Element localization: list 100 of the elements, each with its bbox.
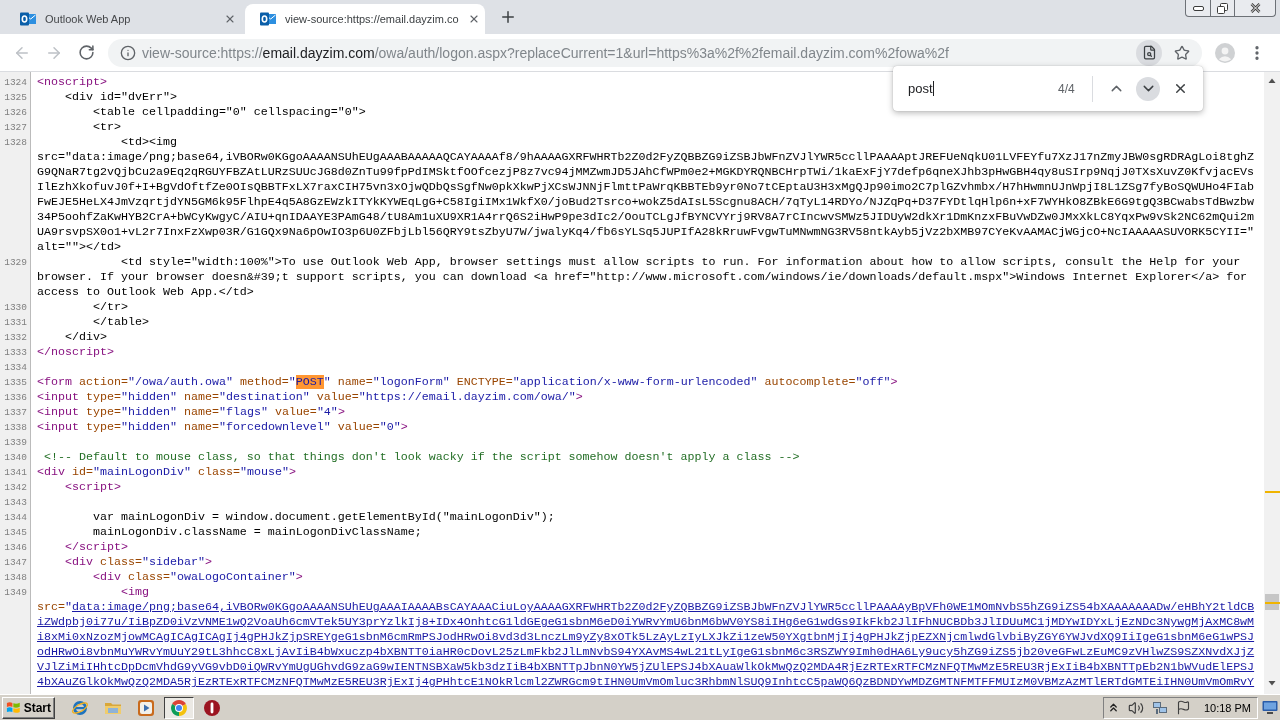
attribute-name: id= <box>72 465 93 479</box>
attribute-value: "off" <box>855 375 891 389</box>
resource-link[interactable]: 4bXAuZGlkOkMwQzQ2MDA5RjEzRTExRTFCMzNFQTMwMzE5REU3RjExIj4gPHhtcE1NOkRlcml2ZWRGcm9tIHN0UmVmOmluc3RhbmNlSUQ9InhtcC5paWQ6QzBDNDYwMDZGMTNFMTFFMUIzM0VBMzAzMTlERTdGMTEiIHN0UmVmOmRvY <box>37 675 1255 689</box>
attribute-value: "hidden" <box>120 390 177 404</box>
close-icon <box>1249 3 1261 13</box>
flag-icon[interactable] <box>1175 700 1191 715</box>
attribute-value: "hidden" <box>120 405 177 419</box>
html-tag: </script> <box>65 540 128 554</box>
line-number: 1346 <box>3 541 28 555</box>
resource-link[interactable]: data:image/png;base64,iVBORw0KGgoAAAANSUhEUgAAAIAAAABsCAYAAACiuLoyAAAAGXRFWHRTb2Z0d2FyZQBBZG9iZSBJbWFnZVJlYWR5ccllPAAAAyBpVFh0WE1MOmNvbS5hZG9iZS54bXAAAAAAADw/eHBhY2tldCB <box>72 600 1255 614</box>
search-match: POST <box>295 375 324 389</box>
info-icon[interactable] <box>120 44 136 61</box>
attribute-value: "mouse" <box>239 465 289 479</box>
attribute-value: " <box>288 375 296 389</box>
close-icon[interactable] <box>224 13 236 25</box>
line-number: 1334 <box>3 361 28 375</box>
line-number: 1349 <box>3 586 28 600</box>
html-tag: > <box>337 405 345 419</box>
attribute-name: ENCTYPE= <box>456 375 513 389</box>
attribute-name: name= <box>337 375 373 389</box>
start-button[interactable]: Start <box>2 696 55 719</box>
web-browser-icon <box>71 698 89 717</box>
reload-icon[interactable] <box>77 44 95 61</box>
find-input[interactable]: post <box>908 74 1050 103</box>
attribute-value: "owaLogoContainer" <box>169 570 296 584</box>
attribute-value: "mainLogonDiv" <box>93 465 191 479</box>
html-tag: > <box>890 375 898 389</box>
line-number: 1325 <box>3 91 28 105</box>
attribute-name: class= <box>197 465 240 479</box>
line-number: 1330 <box>3 301 28 315</box>
line-number: 1331 <box>3 316 28 330</box>
browser-tab[interactable]: Outlook Web App <box>5 4 245 34</box>
minimize-button[interactable] <box>1185 0 1211 17</box>
source-text: var mainLogonDiv = window.document.getElementById("mainLogonDiv"); <box>92 510 555 524</box>
resource-link[interactable]: iZWdpbj0i77u/IiBpZD0iVzVNME1wQ2VoaUh6cmVTek5UY3prYzlkIj8+IDx4OnhtcG1ldGEgeG1sbnM6eD0iYWRvYmU6bnM6bWV0YS8iIHg6eG1wdGs9IkFkb2JlIFhNUCBDb3JlIDUuMC1jMDYwIDYxLjEzNDc3NywgMjAxMC8wM <box>37 615 1255 629</box>
attribute-name: type= <box>86 405 121 419</box>
chevron-down-icon[interactable] <box>1136 76 1160 101</box>
source-text: <table cellpadding="0" cellspacing="0"> <box>92 105 366 119</box>
scrollbar[interactable] <box>1264 72 1280 694</box>
url-text: view-source:https://email.dayzim.com/owa/auth/logon.aspx?replaceCurrent=1&url=https%3a%2f%2femail.dayzim.com%2fowa%2f <box>142 44 950 61</box>
flag-logo-icon <box>6 700 21 715</box>
line-number: 1341 <box>3 466 28 480</box>
media-player-icon <box>137 698 155 717</box>
attribute-name: class= <box>99 555 142 569</box>
line-number: 1345 <box>3 526 28 540</box>
line-number: 1347 <box>3 556 28 570</box>
attribute-name: value= <box>337 420 380 434</box>
source-text: mainLogonDiv.className = mainLogonDivClassName; <box>92 525 422 539</box>
find-in-page-icon[interactable] <box>1136 39 1162 66</box>
line-number: 1339 <box>3 436 28 450</box>
circle-bar-icon <box>203 698 221 717</box>
line-number: 1326 <box>3 106 28 120</box>
attribute-name: autocomplete= <box>764 375 856 389</box>
restore-icon <box>1217 2 1228 14</box>
source-text: <td style="width:100%">To use Outlook Web App, browser settings must allow scripts to run. For information about how to allow scripts, consult the Help for your browser. If your browser doesn&#39;t support scripts, you can download <a href="http://www.microsoft.com/windows/ie/downloads/default.mspx">Windows Internet Explorer</a> for access to Outlook Web App.</td> <box>37 255 1249 299</box>
html-tag: > <box>400 420 408 434</box>
resource-link[interactable]: i8xMi0xNzozMjowMCAgICAgICAgIj4gPHJkZjpSREYgeG1sbnM6cmRmPSJodHRwOi8vd3d3LnczLm9yZy8xOTk5LzAyLzIyLXJkZi1zeW50YXgtbnMjIj4gPHJkZjpEZXNjcmlwdGlvbiByZGY6YWJvdXQ9IiIgeG1sbnM6eG1wPSJ <box>37 630 1255 644</box>
line-number: 1337 <box>3 406 28 420</box>
attribute-value: "https://email.dayzim.com/owa/" <box>358 390 576 404</box>
mail-app-icon <box>20 11 36 27</box>
attribute-name: value= <box>316 390 359 404</box>
clock-text: 10:18 PM <box>1203 701 1251 714</box>
html-tag: <input <box>37 420 79 434</box>
attribute-value: "/owa/auth.owa" <box>127 375 233 389</box>
match-count: 4/4 <box>1058 81 1076 96</box>
resource-link[interactable]: odHRwOi8vbnMuYWRvYmUuY29tL3hhcC8xLjAvIiB4bWxuczp4bXBNTT0iaHR0cDovL25zLmFkb2JlLmNvbS94YXAvMS4wL21tLyIgeG1sbnM6c3RSZWY9Imh0dHA6Ly9ucy5hZG9iZS5jb20veGFwLzEuMC9zVHlwZS9SZXNvdXJjZ <box>37 645 1255 659</box>
attribute-name: name= <box>183 420 219 434</box>
line-number: 1324 <box>3 76 28 90</box>
plus-icon[interactable] <box>499 8 517 26</box>
line-number: 1333 <box>3 346 28 360</box>
restore-button[interactable] <box>1210 0 1235 17</box>
resource-link[interactable]: VJlZiMiIHhtcDpDcmVhdG9yVG9vbD0iQWRvYmUgUGhvdG9zaG9wIENTNSBXaW5kb3dzIiB4bXBNTTpJbnN0YW5jZUlEPSJ4bXAuaWlkOkMwQzQ2MDA4RjEzRTExRTFCMzNFQTMwMzE5REU3RjExIiB4bXBNTTpEb2N1bWVudElEPSJ <box>37 660 1255 674</box>
star-icon[interactable] <box>1174 44 1190 61</box>
html-tag: <input <box>37 405 79 419</box>
line-number: 1343 <box>3 496 28 510</box>
desktop-icon[interactable] <box>1262 700 1278 715</box>
attribute-value: "sidebar" <box>141 555 205 569</box>
source-text: </table> <box>92 315 149 329</box>
source-text: <td><img src="data:image/png;base64,iVBORw0KGgoAAAANSUhEUgAAABAAAAAQCAYAAAAf8/9hAAAAGXRFWHRTb2Z0d2FyZQBBZG9iZSBJbWFnZVJlYWR5ccllPAAAAptJREFUeNqkU01LVFEYfu7XzJ17nZmyJBW0sgRDRAgLoi8tghZG9QNaR7tg2vQjbCu2a9Eq2qRGUYFBZAtLURzSUUcJG8d0ZnTu99fpPdIMSktfOOfcezjP8z7vc94jMMZwmJD5JAhCfWPm0e2+MGKDYRQNBCHrpTWi/1kaExFjY7defp6qneXJhb3pHwGBH4qy8uSIrp9NqjJ0TXsXuvZ0KfvjacEVsIlEzhXkofuvJ0f+I+BgVdOftfZe0OIsQBBTFxLX7raxCIH75vn3xOjwQDbQsSgfNw0pkXkwPjXCsWJNNjFlmttPaWrqKBBTEb9yr0No7tCEptaU3H3xMgQJp90imo2C7plGZvhmbx/H7hHwmnUJnWpjI8L1ZSg7fyBoSQWUHo4FIabFwEJE5HeLX4JmVzqrtjdYN5GM6k95FlhpE4q5A8GzEWzkITYkKYWEqLgG+C58IgiIMx1WkfX0/joBud2Tsrco+wokZ5dAIsL5Scgnu8ACH/7qTyL14RDYo/NJZqPq+D37FYDtlqHlp6n+xF7WYHkO8ZBkE6G9tgQ3BCwabsTdBwzbw34P5oohfZaKwHYB2CrA+bWCyKwgyC/AIU+qnIDAAYE3PAmG48/tU8Am1uXU9XR1A4rrQ6S2iHwP9pe3dIc2/OouTCLgJfBYNCVYrj9RV8A7rCIncwvSMWz5JIDUyW2dkXr1DmKnzxFBuVwDZw0JMxXkLC8YqxPw9vSk2NC62mQui2mUA9rsvpSX0o1+vL2r7InxFzXwp03R/G1GQx9Na6pOwIO3p6U0ZFbjLbl56QRY9tsZbyU7W/jwalyKq4/fb6sYLSq5JUPIfA28kRruwFvgwTuMNwmNG3RV58ntkAyb5jVz2bXMB97CYeKvAAMACjWGjcO+NcIAAAAASUVORK5CYII=" alt=""></td> <box>37 135 1256 254</box>
address-bar[interactable]: view-source:https://email.dayzim.com/owa/auth/logon.aspx?replaceCurrent=1&url=https%3a%2f%2femail.dayzim.com%2fowa%2f <box>108 38 1202 67</box>
attribute-value: "application/x-www-form-urlencoded" <box>512 375 758 389</box>
attribute-name: type= <box>86 420 121 434</box>
attribute-value: " <box>65 600 72 614</box>
close-button[interactable] <box>1234 0 1276 17</box>
attribute-name: action= <box>79 375 128 389</box>
source-text: </tr> <box>92 300 128 314</box>
html-tag: <input <box>37 390 79 404</box>
speaker-icon[interactable] <box>1127 699 1144 716</box>
line-number: 1344 <box>3 511 28 525</box>
source-text: </div> <box>65 330 107 344</box>
html-tag: > <box>204 555 212 569</box>
browser-tab[interactable]: view-source:https://email.dayzim.co <box>245 4 485 34</box>
html-tag: <img <box>120 585 149 599</box>
html-tag: <div <box>92 570 121 584</box>
attribute-value: "0" <box>379 420 401 434</box>
line-number: 1329 <box>3 256 28 270</box>
line-number: 1336 <box>3 391 28 405</box>
line-number: 1327 <box>3 121 28 135</box>
html-tag: > <box>295 570 303 584</box>
taskbar-button[interactable] <box>164 696 194 719</box>
